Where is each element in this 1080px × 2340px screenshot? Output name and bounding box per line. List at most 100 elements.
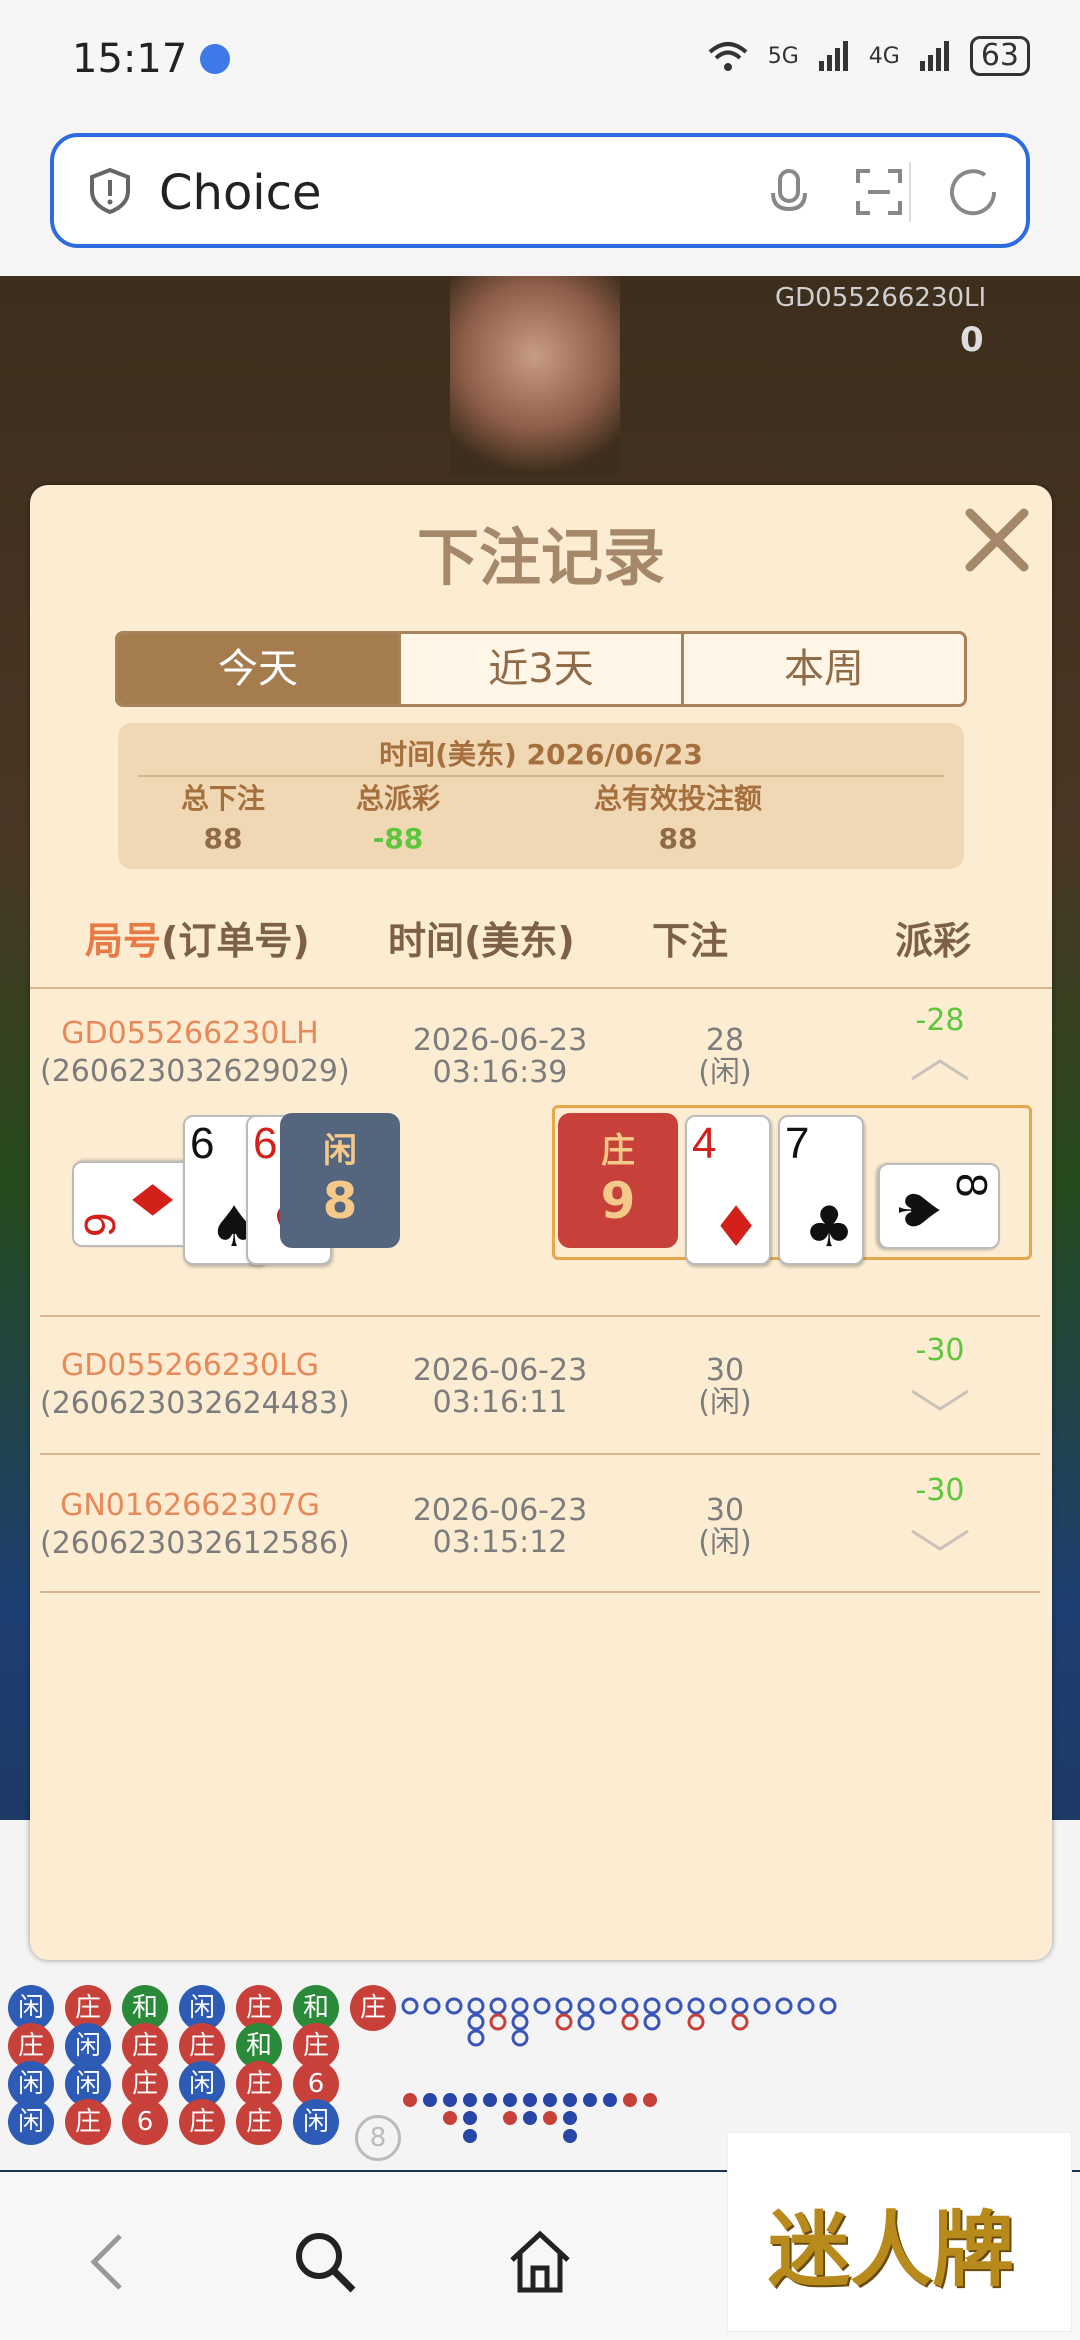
background-table-id: GD055266230LI	[775, 283, 987, 313]
card-result: 9 ♦ 6 ♠ 6 ♥ 闲 8 庄 9 4 ♦	[30, 1105, 1052, 1265]
status-time: 15:17	[72, 36, 188, 82]
status-icons: 5G 4G 63	[706, 36, 1030, 76]
round-id[interactable]: GD055266230LH	[40, 1015, 340, 1053]
signal-icon	[818, 41, 848, 71]
row-bet-amount: 30	[705, 1353, 745, 1388]
header-order-label: (订单号)	[161, 919, 310, 963]
address-bar[interactable]: Choice	[50, 133, 1030, 248]
logo-text: 迷人牌	[768, 2202, 1015, 2298]
tab-today[interactable]: 今天	[118, 634, 401, 704]
row-date: 2026-06-23	[412, 1493, 588, 1528]
card-rank: 4	[692, 1119, 717, 1168]
round-id[interactable]: GD055266230LG	[40, 1347, 340, 1385]
scan-icon[interactable]	[854, 167, 904, 217]
network-4g-label: 4G	[868, 43, 900, 69]
refresh-icon[interactable]	[944, 163, 1002, 221]
card-rank: 6	[253, 1119, 278, 1168]
row-bet-side: (闲)	[698, 1055, 752, 1090]
card-rank: 8	[947, 1173, 996, 1198]
header-round: 局号(订单号)	[85, 910, 310, 965]
background-count: 0	[960, 320, 984, 360]
header-divider	[30, 987, 1052, 989]
row-bet-side: (闲)	[698, 1525, 752, 1560]
round-cell: GD055266230LH (260623032629029)	[40, 1015, 350, 1091]
tab-last-3-days[interactable]: 近3天	[401, 634, 684, 704]
brand-logo: 迷人牌	[727, 2132, 1072, 2332]
bead: 庄	[65, 2099, 111, 2145]
bead: 庄	[236, 2099, 282, 2145]
card-suit: ♣	[804, 1195, 855, 1260]
microphone-icon[interactable]	[764, 167, 814, 217]
search-icon[interactable]	[285, 2222, 365, 2302]
signal-icon-2	[919, 41, 949, 71]
player-score: 8	[322, 1172, 358, 1230]
card-rank: 6	[190, 1119, 215, 1168]
header-bet: 下注	[652, 919, 729, 963]
row-bet-side: (闲)	[698, 1385, 752, 1420]
chevron-down-icon[interactable]	[910, 1385, 970, 1415]
battery-icon: 63	[969, 36, 1030, 76]
bet-cell: 30 (闲)	[650, 1355, 800, 1419]
summary-panel: 时间(美东) 2026/06/23 总下注 88 总派彩 -88 总有效投注额 …	[118, 723, 964, 869]
time-cell: 2026-06-23 03:15:12	[360, 1495, 640, 1559]
header-payout: 派彩	[895, 919, 972, 963]
total-payout-label: 总派彩	[355, 782, 440, 815]
banker-card-1: 4 ♦	[685, 1115, 771, 1265]
summary-divider	[138, 775, 944, 777]
player-card-1: 9 ♦	[72, 1161, 194, 1247]
bead: 闲	[8, 2099, 54, 2145]
bead: 庄	[179, 2099, 225, 2145]
date-range-tabs: 今天 近3天 本周	[115, 631, 967, 707]
row-date: 2026-06-23	[412, 1023, 588, 1058]
card-suit: ♦	[711, 1195, 762, 1260]
total-valid-value: 88	[658, 822, 698, 855]
row-divider	[40, 1591, 1040, 1593]
row-clock: 03:16:39	[432, 1055, 568, 1090]
dealer-video	[450, 276, 620, 476]
card-rank: 7	[785, 1119, 810, 1168]
player-label: 闲	[323, 1131, 357, 1171]
row-divider	[40, 1453, 1040, 1455]
row-clock: 03:16:11	[432, 1385, 568, 1420]
banker-score: 9	[600, 1172, 636, 1230]
banker-card-2: 7 ♣	[778, 1115, 864, 1265]
round-id[interactable]: GN0162662307G	[40, 1487, 340, 1525]
back-icon[interactable]	[70, 2222, 150, 2302]
row-date: 2026-06-23	[412, 1353, 588, 1388]
tab-this-week[interactable]: 本周	[684, 634, 964, 704]
row-divider	[40, 1315, 1040, 1317]
summary-time: 时间(美东) 2026/06/23	[379, 738, 703, 771]
row-payout: -28	[915, 1003, 965, 1038]
bead-count: 8	[355, 2115, 401, 2161]
total-valid-label: 总有效投注额	[593, 782, 762, 815]
card-suit: ♠	[885, 1185, 950, 1236]
time-cell: 2026-06-23 03:16:39	[360, 1025, 640, 1089]
chevron-down-icon[interactable]	[910, 1525, 970, 1555]
chevron-up-icon[interactable]	[910, 1055, 970, 1085]
close-icon[interactable]	[960, 503, 1034, 577]
order-id: (260623032629029)	[40, 1054, 350, 1089]
address-text: Choice	[159, 165, 322, 221]
banker-card-3: 8 ♠	[878, 1163, 1000, 1249]
wifi-icon	[708, 42, 748, 71]
row-bet-amount: 30	[705, 1493, 745, 1528]
round-cell: GN0162662307G (260623032612586)	[40, 1487, 350, 1563]
total-payout: 总派彩 -88	[268, 779, 528, 859]
network-5g-label: 5G	[767, 43, 799, 69]
home-icon[interactable]	[500, 2222, 580, 2302]
card-rank: 9	[76, 1212, 125, 1237]
bead: 庄	[350, 1985, 396, 2031]
bet-cell: 30 (闲)	[650, 1495, 800, 1559]
banker-label: 庄	[601, 1131, 635, 1171]
total-payout-value: -88	[372, 822, 424, 855]
row-bet-amount: 28	[705, 1023, 745, 1058]
row-payout: -30	[915, 1473, 965, 1508]
row-payout: -30	[915, 1333, 965, 1368]
bet-cell: 28 (闲)	[650, 1025, 800, 1089]
header-time: 时间(美东)	[388, 919, 575, 963]
banker-score-badge: 庄 9	[558, 1113, 678, 1248]
player-score-badge: 闲 8	[280, 1113, 400, 1248]
status-bar: 15:17 5G 4G 63	[0, 0, 1080, 120]
table-header: 局号(订单号) 时间(美东) 下注 派彩	[30, 910, 1052, 970]
bead: 闲	[293, 2099, 339, 2145]
